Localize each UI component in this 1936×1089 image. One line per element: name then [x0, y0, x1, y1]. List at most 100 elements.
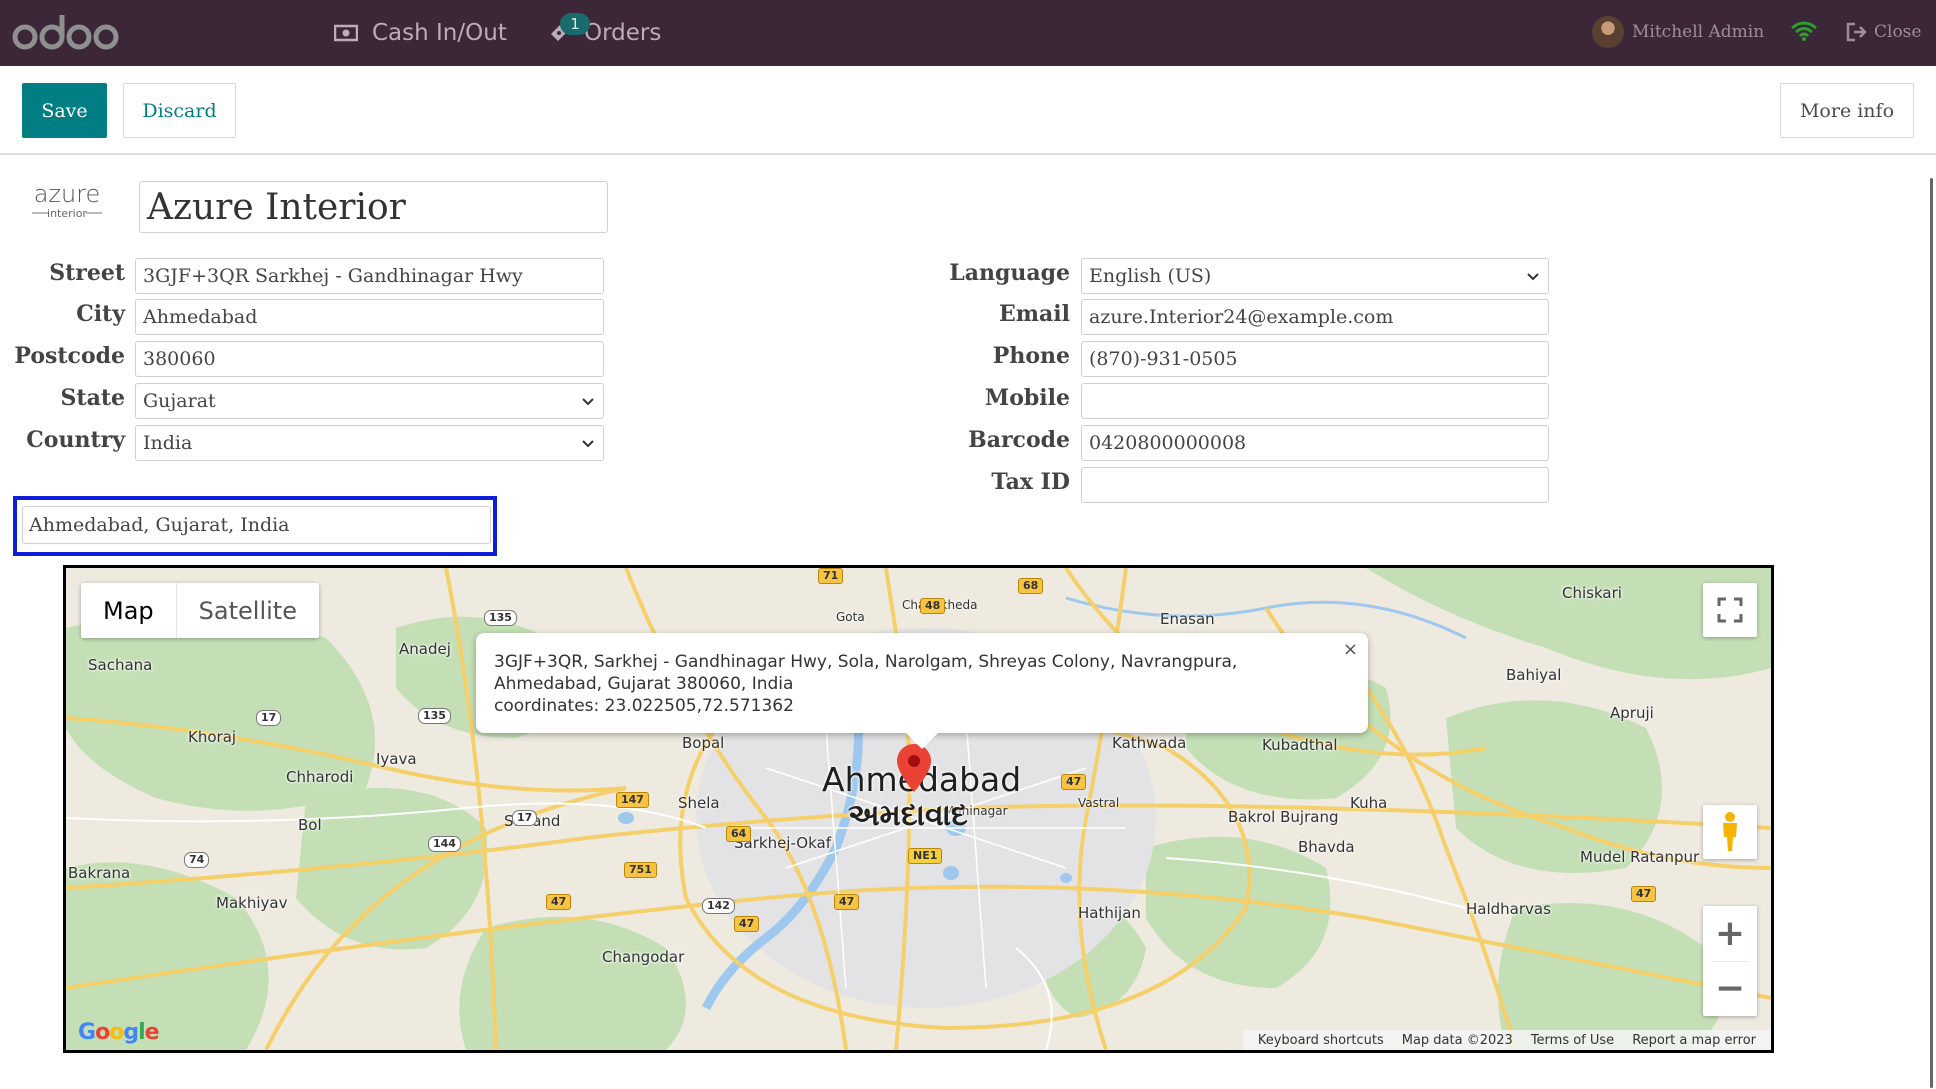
- street-label: Street: [49, 260, 125, 286]
- map-type-satellite-button[interactable]: Satellite: [177, 583, 319, 638]
- road-shield: 147: [616, 792, 649, 808]
- company-logo[interactable]: azure interior: [30, 178, 104, 224]
- control-panel: Save Discard More info: [0, 66, 1936, 155]
- street-input[interactable]: 3GJF+3QR Sarkhej - Gandhinagar Hwy: [135, 258, 604, 294]
- cash-in-out-label: Cash In/Out: [372, 20, 507, 46]
- language-value: English (US): [1089, 265, 1212, 287]
- zoom-out-button[interactable]: −: [1703, 961, 1757, 1016]
- postcode-value: 380060: [143, 348, 216, 370]
- map-place-label: Gota: [836, 610, 865, 624]
- road-shield: 47: [1631, 886, 1657, 902]
- map-place-label: Changodar: [602, 948, 685, 966]
- road-shield: 47: [1061, 774, 1087, 790]
- map-place-label: Mudel Ratanpur: [1580, 848, 1700, 866]
- vertical-scrollbar[interactable]: [1930, 178, 1933, 1088]
- road-shield: 17: [256, 710, 282, 726]
- info-coordinates: coordinates: 23.022505,72.571362: [494, 696, 794, 716]
- phone-value: (870)-931-0505: [1089, 348, 1238, 370]
- close-button[interactable]: Close: [1846, 15, 1921, 49]
- google-map[interactable]: Sachana Anadej Khoraj Chharodi Iyava Bol Bakra…: [63, 565, 1774, 1053]
- user-menu[interactable]: Mitchell Admin: [1592, 15, 1764, 49]
- road-shield: NE1: [908, 848, 943, 864]
- map-place-label: Chiskari: [1562, 584, 1622, 602]
- state-label: State: [60, 385, 125, 411]
- postcode-input[interactable]: 380060: [135, 341, 604, 377]
- save-button[interactable]: Save: [22, 83, 107, 138]
- map-marker-icon[interactable]: [897, 744, 931, 792]
- street-view-button[interactable]: [1703, 805, 1757, 859]
- country-label: Country: [26, 427, 125, 453]
- discard-button[interactable]: Discard: [123, 83, 236, 138]
- street-value: 3GJF+3QR Sarkhej - Gandhinagar Hwy: [143, 265, 523, 287]
- barcode-value: 0420800000008: [1089, 432, 1247, 454]
- mobile-input[interactable]: [1081, 383, 1549, 419]
- zoom-control: + −: [1703, 906, 1757, 1016]
- map-city-label-local: અમદાવાદ: [848, 798, 968, 833]
- road-shield: 68: [1018, 578, 1044, 594]
- avatar: [1592, 16, 1624, 48]
- logo-subtext: interior: [47, 207, 87, 220]
- language-select[interactable]: English (US): [1081, 258, 1549, 294]
- map-type-control: Map Satellite: [81, 583, 319, 638]
- map-place-label: Khoraj: [188, 728, 237, 746]
- city-label: City: [76, 301, 125, 327]
- sign-out-icon: [1846, 22, 1867, 42]
- cash-in-out-button[interactable]: Cash In/Out: [334, 0, 507, 66]
- road-shield: 47: [834, 894, 860, 910]
- chevron-down-icon: [582, 440, 594, 448]
- phone-input[interactable]: (870)-931-0505: [1081, 341, 1549, 377]
- map-place-label: Bakrol Bujrang: [1228, 808, 1339, 826]
- barcode-input[interactable]: 0420800000008: [1081, 425, 1549, 461]
- state-select[interactable]: Gujarat: [135, 383, 604, 419]
- info-window-tail: [906, 733, 938, 749]
- money-icon: [334, 24, 358, 42]
- city-input[interactable]: Ahmedabad: [135, 299, 604, 335]
- road-shield: 144: [428, 836, 461, 852]
- fullscreen-button[interactable]: [1703, 583, 1757, 637]
- map-place-label: Sachana: [88, 656, 153, 674]
- odoo-logo[interactable]: [12, 13, 120, 53]
- city-value: Ahmedabad: [143, 306, 258, 328]
- info-close-button[interactable]: ×: [1343, 639, 1358, 661]
- tax-id-label: Tax ID: [991, 469, 1070, 495]
- zoom-in-button[interactable]: +: [1703, 906, 1757, 961]
- map-place-label: Bahiyal: [1506, 666, 1562, 684]
- address-search-input[interactable]: Ahmedabad, Gujarat, India: [22, 506, 491, 544]
- map-place-label: Makhiyav: [216, 894, 288, 912]
- road-shield: 135: [484, 610, 517, 626]
- language-label: Language: [949, 260, 1070, 286]
- google-logo[interactable]: Google: [78, 1020, 160, 1045]
- company-name-input[interactable]: Azure Interior: [139, 181, 608, 233]
- map-place-label: Bopal: [682, 734, 725, 752]
- map-place-label: Bakrana: [68, 864, 131, 882]
- road-shield: 135: [418, 708, 451, 724]
- close-label: Close: [1874, 22, 1922, 42]
- map-type-map-button[interactable]: Map: [81, 583, 177, 638]
- orders-count-badge: 1: [560, 13, 590, 35]
- map-place-label: Bhavda: [1298, 838, 1355, 856]
- road-shield: 64: [726, 826, 752, 842]
- map-info-window: 3GJF+3QR, Sarkhej - Gandhinagar Hwy, Sol…: [476, 633, 1368, 749]
- terms-of-use-link[interactable]: Terms of Use: [1522, 1033, 1623, 1048]
- pegman-icon: [1723, 812, 1737, 851]
- map-data-text: Map data ©2023: [1401, 1032, 1513, 1048]
- state-value: Gujarat: [143, 390, 216, 412]
- map-place-label: Bol: [298, 816, 322, 834]
- email-value: azure.Interior24@example.com: [1089, 306, 1394, 328]
- map-place-label: Apruji: [1610, 704, 1654, 722]
- chevron-down-icon: [1527, 273, 1539, 281]
- map-place-label: Vastral: [1078, 796, 1120, 810]
- keyboard-shortcuts-link[interactable]: Keyboard shortcuts: [1249, 1033, 1393, 1048]
- country-select[interactable]: India: [135, 425, 604, 461]
- more-info-button[interactable]: More info: [1780, 83, 1914, 138]
- tax-id-input[interactable]: [1081, 467, 1549, 503]
- logo-text: azure: [34, 180, 101, 208]
- info-address-line1: 3GJF+3QR, Sarkhej - Gandhinagar Hwy, Sol…: [494, 652, 1238, 672]
- map-place-label: Kathwada: [1112, 734, 1187, 752]
- road-shield: 47: [546, 894, 572, 910]
- road-shield: 751: [624, 862, 657, 878]
- email-input[interactable]: azure.Interior24@example.com: [1081, 299, 1549, 335]
- map-place-label: Iyava: [376, 750, 417, 768]
- report-map-error-link[interactable]: Report a map error: [1623, 1033, 1765, 1048]
- phone-label: Phone: [992, 343, 1070, 369]
